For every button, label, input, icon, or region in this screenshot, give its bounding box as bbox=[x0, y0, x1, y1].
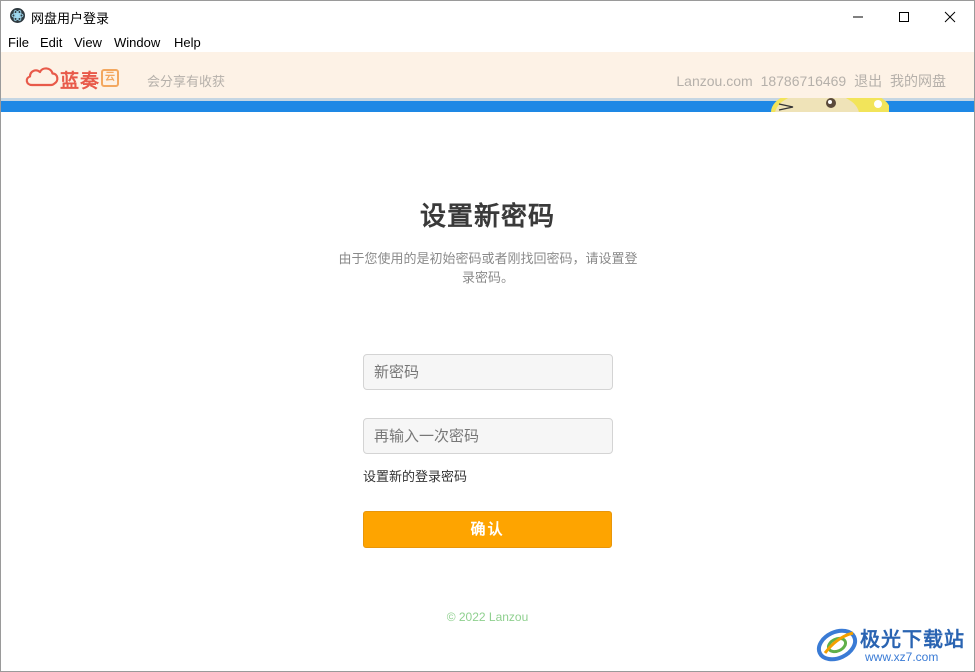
menu-help[interactable]: Help bbox=[174, 35, 201, 50]
logo-text[interactable]: 蓝奏 bbox=[60, 66, 100, 93]
watermark-url: www.xz7.com bbox=[865, 650, 939, 664]
watermark: 极光下载站 www.xz7.com bbox=[813, 621, 973, 669]
menu-file[interactable]: File bbox=[8, 35, 29, 50]
site-link[interactable]: Lanzou.com bbox=[676, 73, 752, 89]
minimize-icon bbox=[853, 16, 863, 18]
menu-view[interactable]: View bbox=[74, 35, 102, 50]
close-icon bbox=[944, 11, 956, 23]
maximize-button[interactable] bbox=[881, 1, 927, 31]
my-disk-link[interactable]: 我的网盘 bbox=[890, 73, 946, 89]
site-header: 蓝奏 云 会分享有收获 Lanzou.com 18786716469 退出 我的… bbox=[1, 52, 974, 98]
title-bar: 网盘用户登录 bbox=[1, 1, 974, 31]
close-button[interactable] bbox=[927, 1, 973, 31]
menu-window[interactable]: Window bbox=[114, 35, 160, 50]
repeat-password-input[interactable] bbox=[363, 418, 613, 454]
menu-bar: File Edit View Window Help bbox=[1, 31, 974, 52]
minimize-button[interactable] bbox=[835, 1, 881, 31]
cloud-logo-icon[interactable] bbox=[23, 64, 61, 88]
logout-link[interactable]: 退出 bbox=[854, 73, 882, 89]
logo-badge: 云 bbox=[101, 69, 119, 87]
page-title: 设置新密码 bbox=[419, 201, 555, 231]
confirm-button[interactable]: 确认 bbox=[363, 511, 612, 548]
page-description: 由于您使用的是初始密码或者刚找回密码，请设置登录密码。 bbox=[338, 251, 638, 285]
watermark-name: 极光下载站 bbox=[860, 629, 965, 651]
password-hint: 设置新的登录密码 bbox=[363, 469, 468, 484]
new-password-input[interactable] bbox=[363, 354, 613, 390]
window-title: 网盘用户登录 bbox=[31, 11, 110, 26]
main-content: 设置新密码 由于您使用的是初始密码或者刚找回密码，请设置登录密码。 设置新的登录… bbox=[1, 112, 974, 671]
slogan: 会分享有收获 bbox=[147, 74, 226, 89]
mascot-illustration-icon bbox=[771, 98, 889, 112]
app-icon bbox=[10, 8, 25, 23]
app-window: 网盘用户登录 File Edit View Window Help 蓝奏 云 会… bbox=[0, 0, 975, 672]
header-user-nav: Lanzou.com 18786716469 退出 我的网盘 bbox=[672, 71, 946, 91]
watermark-logo-icon bbox=[816, 628, 858, 662]
maximize-icon bbox=[899, 12, 909, 22]
user-phone[interactable]: 18786716469 bbox=[761, 73, 847, 89]
banner-strip bbox=[1, 98, 974, 112]
menu-edit[interactable]: Edit bbox=[40, 35, 62, 50]
